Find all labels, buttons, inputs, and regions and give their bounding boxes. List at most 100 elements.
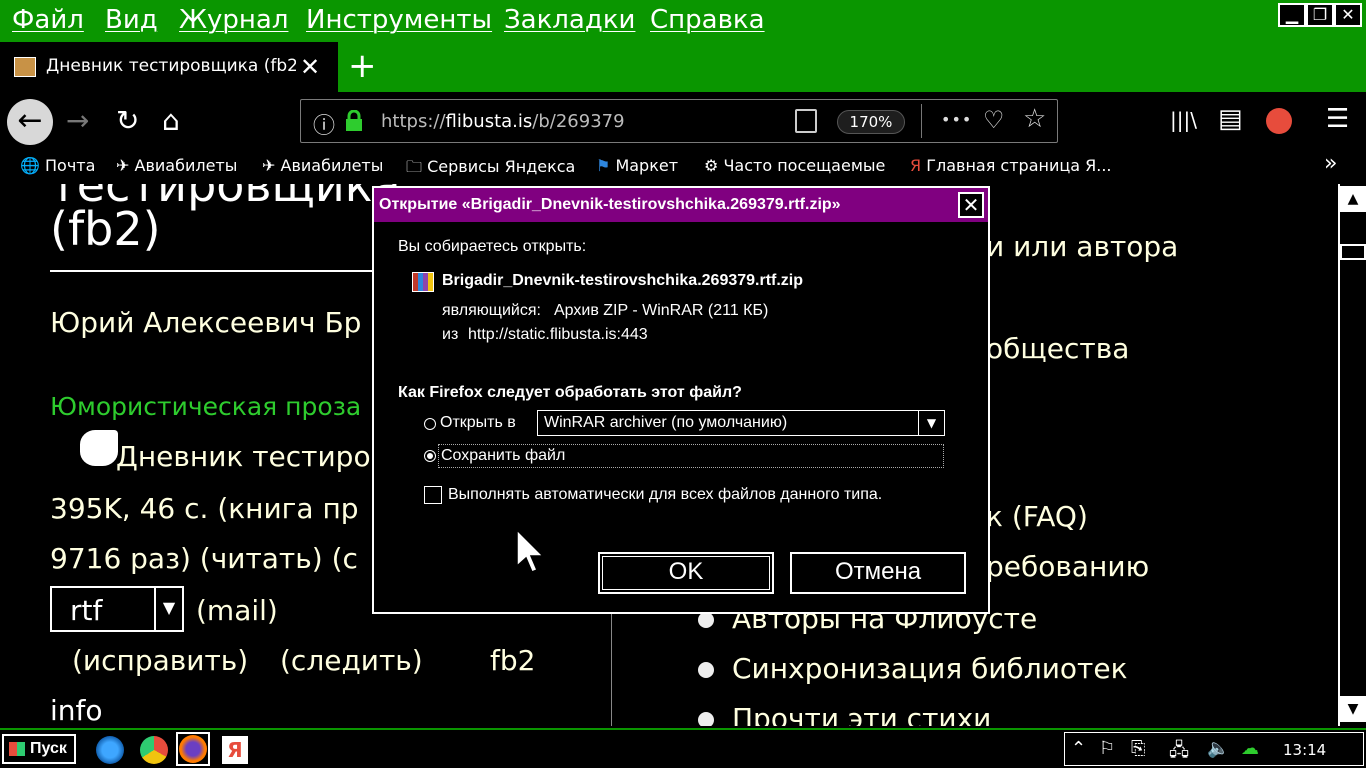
volume-icon[interactable]: 🔈 xyxy=(1207,738,1229,759)
page-title-line-2: (fb2) xyxy=(50,202,161,256)
handling-question: Как Firefox следует обработать этот файл… xyxy=(398,384,742,401)
book-meta-2[interactable]: 9716 раз) (читать) (с xyxy=(50,542,358,575)
forward-button[interactable]: → xyxy=(66,104,89,137)
menu-bookmarks[interactable]: Закладки xyxy=(504,5,635,35)
file-type-label: являющийся: xyxy=(442,302,541,319)
info-link[interactable]: info xyxy=(50,694,103,726)
bookmarks-toolbar: 🌐 Почта ✈ Авиабилеты ✈ Авиабилеты 🗀 Серв… xyxy=(0,150,1366,184)
tab-bar: Дневник тестировщика (fb2) | Ф ✕ + xyxy=(0,42,1366,92)
update-status-icon[interactable]: ☁ xyxy=(1241,738,1259,759)
open-with-app-select[interactable]: WinRAR archiver (по умолчанию) ▼ xyxy=(537,410,945,436)
right-link-sync[interactable]: Синхронизация библиотек xyxy=(732,652,1128,685)
dialog-close-button[interactable]: ✕ xyxy=(958,192,984,218)
zoom-level[interactable]: 170% xyxy=(837,110,905,134)
action-center-flag-icon[interactable]: ⚐ xyxy=(1099,738,1115,759)
firefox-icon[interactable] xyxy=(179,735,207,763)
menu-tools[interactable]: Инструменты xyxy=(306,5,492,35)
auto-action-label[interactable]: Выполнять автоматически для всех файлов … xyxy=(448,486,882,504)
file-source-value: http://static.flibusta.is:443 xyxy=(468,326,648,343)
fb2-link[interactable]: fb2 xyxy=(490,644,535,677)
scroll-thumb[interactable] xyxy=(1340,244,1366,260)
cancel-button[interactable]: Отмена xyxy=(790,552,966,594)
page-scrollbar[interactable]: ▲ ▼ xyxy=(1338,184,1366,726)
open-with-label[interactable]: Открыть в xyxy=(440,414,516,432)
url-bar[interactable]: ⓘ https://flibusta.is/b/269379 170% ••• … xyxy=(300,99,1058,143)
file-type-value: Архив ZIP - WinRAR (211 КБ) xyxy=(554,302,769,319)
menu-help[interactable]: Справка xyxy=(650,5,765,35)
system-tray: ⌃ ⚐ ⎘ 🖧 🔈 ☁ 13:14 xyxy=(1064,732,1364,766)
more-actions-icon[interactable]: ••• xyxy=(941,110,972,129)
chrome-icon[interactable] xyxy=(140,736,168,764)
windows-logo-icon xyxy=(9,742,25,756)
tab-active[interactable]: Дневник тестировщика (fb2) | Ф ✕ xyxy=(0,42,338,92)
format-select[interactable]: rtf ▼ xyxy=(50,586,184,632)
info-icon[interactable]: ⓘ xyxy=(313,108,335,140)
minimize-button[interactable]: ▁ xyxy=(1278,3,1306,27)
start-button[interactable]: Пуск xyxy=(2,734,76,764)
bookmark-yandex-home[interactable]: Я Главная страница Я... xyxy=(910,156,1112,175)
tray-expand-icon[interactable]: ⌃ xyxy=(1071,738,1086,759)
yandex-browser-icon[interactable]: Я xyxy=(222,736,248,764)
ship-icon xyxy=(14,57,36,77)
right-link-community[interactable]: общества xyxy=(986,332,1129,365)
save-file-focus-outline[interactable]: Сохранить файл xyxy=(438,444,944,468)
author-link[interactable]: Юрий Алексеевич Бр xyxy=(50,306,361,339)
bookmark-market[interactable]: ⚑ Маркет xyxy=(596,156,678,175)
menu-view[interactable]: Вид xyxy=(105,5,158,35)
file-name: Brigadir_Dnevnik-testirovshchika.269379.… xyxy=(442,272,804,289)
list-bullet xyxy=(698,612,714,628)
right-link-faq[interactable]: к (FAQ) xyxy=(986,500,1088,533)
pocket-icon[interactable]: ♡ xyxy=(983,106,1005,134)
menu-history[interactable]: Журнал xyxy=(179,5,288,35)
internet-explorer-icon[interactable] xyxy=(96,736,124,764)
bookmark-avia-1[interactable]: ✈ Авиабилеты xyxy=(116,156,237,175)
extension-icon[interactable] xyxy=(1266,108,1292,134)
scroll-down-icon[interactable]: ▼ xyxy=(1340,696,1366,722)
clock[interactable]: 13:14 xyxy=(1283,741,1326,759)
genre-link[interactable]: Юмористическая проза xyxy=(50,392,361,421)
book-cover-icon xyxy=(80,430,118,466)
right-link-on-demand[interactable]: ребованию xyxy=(986,550,1149,583)
dialog-titlebar[interactable]: Открытие «Brigadir_Dnevnik-testirovshchi… xyxy=(374,188,988,222)
sidebar-icon[interactable]: ▤ xyxy=(1218,104,1243,134)
scroll-up-icon[interactable]: ▲ xyxy=(1340,186,1366,212)
ok-button[interactable]: OK xyxy=(598,552,774,594)
right-link-poems[interactable]: Прочти эти стихи xyxy=(732,702,991,726)
bookmarks-overflow-icon[interactable]: » xyxy=(1324,151,1337,176)
bookmark-mail[interactable]: 🌐 Почта xyxy=(20,156,95,175)
lock-icon xyxy=(345,109,362,131)
right-link-author-search[interactable]: и или автора xyxy=(986,230,1178,263)
back-button[interactable]: ← xyxy=(7,99,53,145)
usb-device-icon[interactable]: ⎘ xyxy=(1131,738,1145,759)
save-file-label[interactable]: Сохранить файл xyxy=(441,447,565,465)
menu-file[interactable]: Файл xyxy=(12,5,84,35)
open-file-dialog: Открытие «Brigadir_Dnevnik-testirovshchi… xyxy=(372,186,990,614)
bookmark-most-visited[interactable]: ⚙ Часто посещаемые xyxy=(704,156,885,175)
reader-view-icon[interactable] xyxy=(795,109,817,133)
list-bullet xyxy=(698,712,714,726)
open-with-radio[interactable] xyxy=(424,418,436,430)
bookmark-star-icon[interactable]: ☆ xyxy=(1023,104,1046,134)
reload-button[interactable]: ↻ xyxy=(116,104,139,137)
save-file-radio[interactable] xyxy=(424,450,436,462)
home-button[interactable]: ⌂ xyxy=(162,104,180,137)
mail-link[interactable]: (mail) xyxy=(196,594,278,627)
close-window-button[interactable]: ✕ xyxy=(1334,3,1362,27)
library-icon[interactable]: |||\ xyxy=(1170,108,1197,132)
tab-close-icon[interactable]: ✕ xyxy=(300,53,320,81)
navigation-toolbar: ← → ↻ ⌂ ⓘ https://flibusta.is/b/269379 1… xyxy=(0,92,1366,150)
tab-title: Дневник тестировщика (fb2) | Ф xyxy=(46,56,296,76)
bookmark-yandex-services[interactable]: 🗀 Сервисы Яндекса xyxy=(406,156,575,183)
edit-link[interactable]: (исправить) xyxy=(72,644,248,677)
book-title: Дневник тестиро xyxy=(116,440,371,473)
bookmark-avia-2[interactable]: ✈ Авиабилеты xyxy=(262,156,383,175)
new-tab-button[interactable]: + xyxy=(348,46,377,86)
url-divider xyxy=(921,104,922,138)
follow-link[interactable]: (следить) xyxy=(280,644,423,677)
taskbar: Пуск Я ⌃ ⚐ ⎘ 🖧 🔈 ☁ 13:14 xyxy=(0,728,1366,768)
network-icon[interactable]: 🖧 xyxy=(1169,738,1189,768)
file-source-label: из xyxy=(442,326,459,343)
hamburger-menu-icon[interactable]: ☰ xyxy=(1326,104,1349,134)
auto-action-checkbox[interactable] xyxy=(424,486,442,504)
restore-button[interactable]: ❐ xyxy=(1306,3,1334,27)
